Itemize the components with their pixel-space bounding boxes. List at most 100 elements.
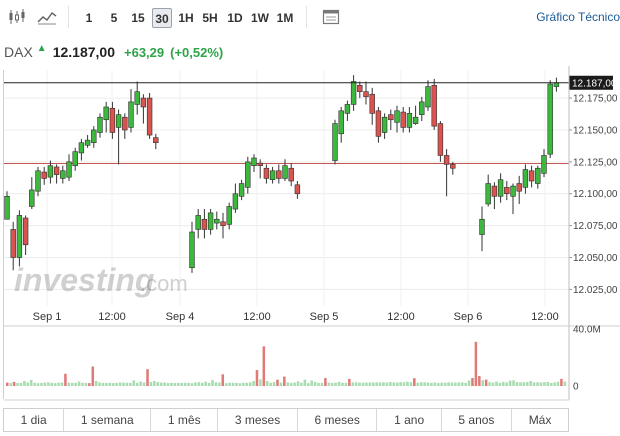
interval-5[interactable]: 5 — [106, 8, 122, 28]
volume-bar — [242, 382, 245, 386]
volume-bar — [457, 382, 461, 386]
volume-bar — [183, 382, 187, 386]
volume-bar — [125, 382, 129, 386]
volume-bar — [402, 382, 406, 386]
interval-1w[interactable]: 1W — [248, 8, 272, 28]
technical-chart-link[interactable]: Gráfico Técnico — [536, 10, 620, 24]
interval-1[interactable]: 1 — [81, 8, 97, 28]
period-1-day[interactable]: 1 dia — [4, 409, 65, 431]
volume-bar — [57, 382, 60, 386]
volume-bar — [238, 383, 242, 386]
volume-bar — [94, 381, 98, 386]
volume-bar — [115, 382, 118, 386]
volume-bar — [16, 383, 19, 386]
candle-down — [201, 218, 208, 230]
watermark-brand: investing — [14, 262, 154, 298]
volume-bar — [348, 378, 351, 386]
volume-bar — [344, 382, 348, 386]
volume-bar — [153, 381, 156, 386]
volume-bar — [265, 381, 269, 386]
candle-down — [53, 166, 60, 175]
period-max[interactable]: Máx — [512, 409, 568, 431]
candle-up — [425, 86, 431, 108]
volume-bar — [211, 380, 214, 386]
volume-bar — [365, 382, 368, 386]
volume-bars — [6, 341, 567, 386]
volume-bar — [354, 382, 358, 386]
volume-bar — [88, 383, 91, 386]
period-1-month[interactable]: 1 mês — [151, 409, 219, 431]
period-1-year[interactable]: 1 ano — [377, 409, 442, 431]
period-3-months[interactable]: 3 meses — [218, 409, 298, 431]
candle-up — [332, 123, 338, 161]
volume-bar — [146, 369, 149, 386]
volume-bar — [399, 382, 402, 386]
volume-bar — [6, 382, 9, 386]
symbol-label: DAX — [4, 44, 33, 60]
volume-bar — [173, 383, 177, 386]
volume-bar — [231, 382, 235, 386]
volume-bar — [471, 378, 474, 386]
volume-bar — [289, 382, 293, 386]
volume-bar — [98, 382, 101, 386]
candle-up — [195, 215, 201, 230]
last-price-marker-label: 12.187,00 — [572, 78, 617, 89]
volume-bar — [84, 382, 88, 386]
volume-bar — [81, 382, 84, 386]
candle-up — [412, 116, 419, 124]
candle-up — [541, 155, 547, 174]
price-chart[interactable]: investing .com 12.187,00 12.175,00 12.150… — [0, 66, 620, 406]
y-tick-label: 12.100,00 — [573, 189, 618, 200]
period-selector: 1 dia 1 semana 1 mês 3 meses 6 meses 1 a… — [3, 408, 569, 432]
volume-bar — [43, 382, 47, 386]
candle-up — [66, 161, 72, 178]
volume-bar — [351, 382, 355, 386]
interval-30[interactable]: 30 — [152, 8, 172, 28]
candle-up — [350, 81, 357, 105]
candle-down — [153, 137, 159, 144]
volume-bar — [12, 381, 16, 386]
volume-bar — [430, 382, 433, 386]
candle-down — [357, 85, 363, 92]
volume-bar — [409, 382, 413, 386]
volume-bar — [546, 382, 549, 386]
interval-1h[interactable]: 1H — [176, 8, 196, 28]
candle-up — [91, 129, 97, 144]
volume-bar — [180, 382, 183, 386]
volume-bar — [259, 379, 262, 386]
interval-1m[interactable]: 1M — [274, 8, 296, 28]
candle-down — [375, 110, 382, 137]
period-6-months[interactable]: 6 meses — [298, 409, 378, 431]
volume-bar — [525, 382, 529, 386]
interval-1d[interactable]: 1D — [224, 8, 246, 28]
candle-up — [394, 110, 400, 123]
last-price: 12.187,00 — [52, 44, 115, 60]
volume-bar — [64, 373, 67, 386]
candle-up — [406, 113, 413, 128]
volume-bar — [293, 382, 296, 386]
candle-down — [504, 187, 510, 195]
volume-bar — [245, 382, 248, 386]
interval-5h[interactable]: 5H — [200, 8, 220, 28]
candle-down — [431, 85, 437, 127]
interval-15[interactable]: 15 — [128, 8, 148, 28]
calendar-icon[interactable] — [320, 7, 342, 27]
volume-bar — [454, 382, 457, 386]
candle-down — [363, 91, 369, 98]
period-1-week[interactable]: 1 semana — [64, 409, 152, 431]
candlestick-icon[interactable] — [6, 7, 28, 27]
volume-bar — [382, 382, 385, 386]
volume-bar — [522, 382, 526, 386]
volume-bar — [149, 382, 153, 386]
period-5-years[interactable]: 5 anos — [442, 409, 513, 431]
candle-down — [10, 229, 16, 258]
volume-bar — [512, 380, 515, 386]
volume-bar — [532, 382, 536, 386]
line-chart-icon[interactable] — [36, 7, 58, 27]
candle-up — [522, 169, 529, 188]
volume-bar — [221, 374, 225, 386]
volume-bar — [416, 382, 420, 386]
candle-up — [207, 212, 214, 230]
volume-bar — [536, 382, 539, 386]
volume-bar — [320, 382, 324, 386]
